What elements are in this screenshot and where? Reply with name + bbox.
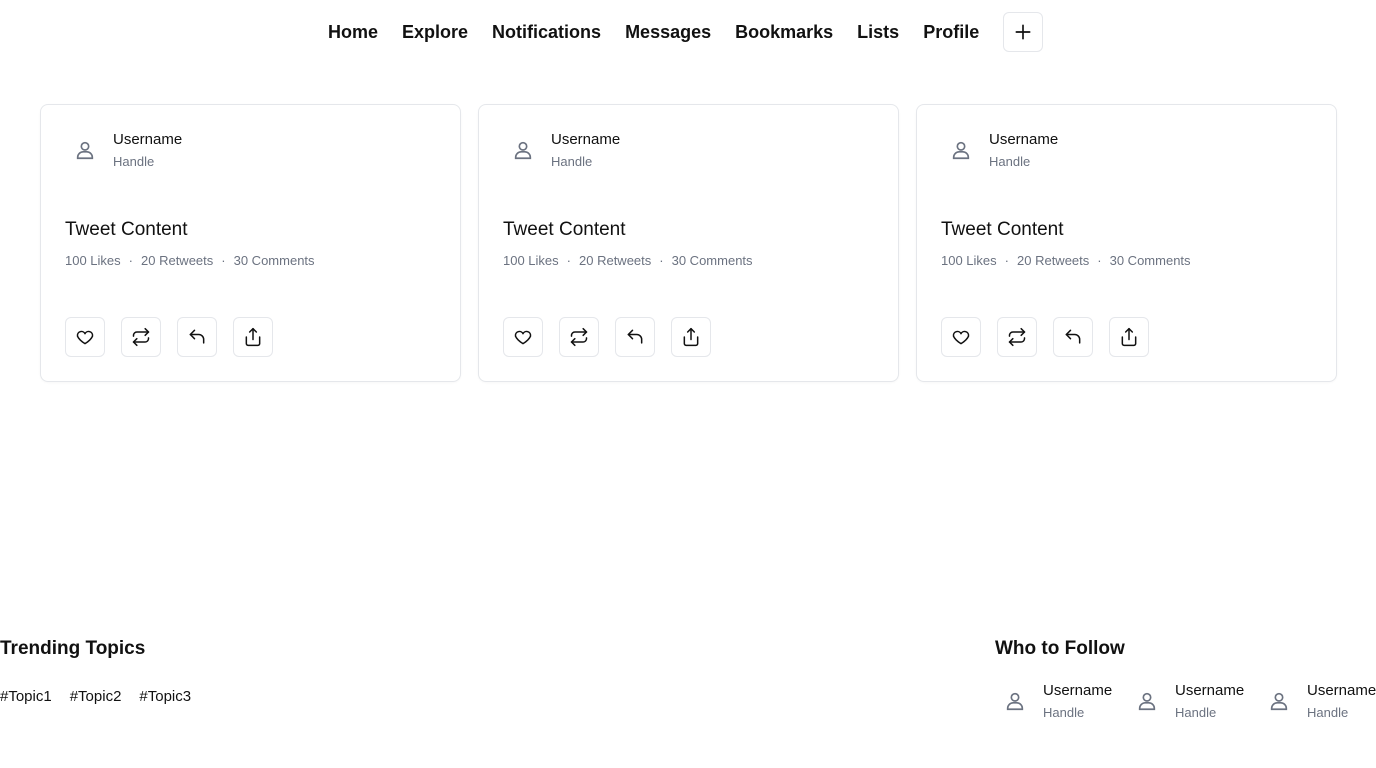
follow-handle: Handle [1175,705,1217,720]
follow-suggestion[interactable]: Username Handle [1267,682,1376,722]
tweet-feed: Username Handle Tweet Content 100 Likes … [40,104,1337,382]
nav-notifications[interactable]: Notifications [492,22,601,43]
follow-username: Username [1175,682,1245,699]
user-icon [949,138,973,162]
retweet-button[interactable] [997,317,1037,357]
retweets-count: 20 Retweets [141,253,214,268]
stat-separator: · [221,253,226,268]
tweet-handle: Handle [989,154,1031,169]
trending-topics: Trending Topics #Topic1 #Topic2 #Topic3 [0,638,191,705]
topic-link[interactable]: #Topic3 [139,688,191,705]
trending-title: Trending Topics [0,638,146,659]
nav-profile[interactable]: Profile [923,22,979,43]
tweet-handle: Handle [551,154,593,169]
tweet-content: Tweet Content [65,219,188,240]
stat-separator: · [659,253,664,268]
share-icon [245,327,261,347]
tweet-content: Tweet Content [503,219,626,240]
follow-handle: Handle [1307,705,1349,720]
topic-list: #Topic1 #Topic2 #Topic3 [0,688,191,705]
tweet-actions [941,317,1149,357]
reply-icon [1065,329,1081,344]
share-button[interactable] [671,317,711,357]
nav-bookmarks[interactable]: Bookmarks [735,22,833,43]
user-icon [1267,689,1291,713]
tweet-author[interactable]: Username Handle [949,131,1058,171]
retweets-count: 20 Retweets [579,253,652,268]
tweet-card: Username Handle Tweet Content 100 Likes … [478,104,899,382]
likes-count: 100 Likes [65,253,121,268]
retweet-button[interactable] [121,317,161,357]
tweet-card: Username Handle Tweet Content 100 Likes … [916,104,1337,382]
stat-separator: · [1004,253,1009,268]
repeat-icon [570,327,588,347]
like-button[interactable] [503,317,543,357]
who-to-follow: Who to Follow Username Handle Username H… [995,638,1376,720]
nav-messages[interactable]: Messages [625,22,711,43]
tweet-stats: 100 Likes · 20 Retweets · 30 Comments [941,253,1191,268]
follow-username: Username [1043,682,1113,699]
share-button[interactable] [1109,317,1149,357]
comments-count: 30 Comments [233,253,315,268]
tweet-username: Username [113,131,183,148]
repeat-icon [132,327,150,347]
tweet-actions [503,317,711,357]
comments-count: 30 Comments [1109,253,1191,268]
reply-button[interactable] [615,317,655,357]
tweet-handle: Handle [113,154,155,169]
likes-count: 100 Likes [503,253,559,268]
tweet-stats: 100 Likes · 20 Retweets · 30 Comments [65,253,315,268]
follow-handle: Handle [1043,705,1085,720]
follow-title: Who to Follow [995,638,1125,659]
like-button[interactable] [65,317,105,357]
follow-username: Username [1307,682,1376,699]
reply-icon [189,329,205,344]
tweet-card: Username Handle Tweet Content 100 Likes … [40,104,461,382]
tweet-username: Username [989,131,1059,148]
topic-link[interactable]: #Topic2 [70,688,122,705]
heart-icon [952,330,970,345]
nav-lists[interactable]: Lists [857,22,899,43]
heart-icon [514,330,532,345]
nav-explore[interactable]: Explore [402,22,468,43]
top-nav: Home Explore Notifications Messages Book… [316,12,1044,52]
share-icon [1121,327,1137,347]
user-icon [511,138,535,162]
tweet-author[interactable]: Username Handle [73,131,182,171]
plus-icon [1015,24,1031,40]
tweet-author[interactable]: Username Handle [511,131,620,171]
follow-suggestion[interactable]: Username Handle [1003,682,1135,722]
topic-link[interactable]: #Topic1 [0,688,52,705]
nav-home[interactable]: Home [328,22,378,43]
reply-button[interactable] [1053,317,1093,357]
tweet-username: Username [551,131,621,148]
stat-separator: · [128,253,133,268]
follow-list: Username Handle Username Handle Username… [1003,682,1376,722]
heart-icon [76,330,94,345]
likes-count: 100 Likes [941,253,997,268]
tweet-content: Tweet Content [941,219,1064,240]
tweet-stats: 100 Likes · 20 Retweets · 30 Comments [503,253,753,268]
repeat-icon [1008,327,1026,347]
share-button[interactable] [233,317,273,357]
follow-suggestion[interactable]: Username Handle [1135,682,1267,722]
new-tweet-button[interactable] [1003,12,1044,52]
tweet-actions [65,317,273,357]
user-icon [73,138,97,162]
like-button[interactable] [941,317,981,357]
reply-button[interactable] [177,317,217,357]
stat-separator: · [1097,253,1102,268]
comments-count: 30 Comments [671,253,753,268]
reply-icon [627,329,643,344]
stat-separator: · [566,253,571,268]
user-icon [1135,689,1159,713]
retweets-count: 20 Retweets [1017,253,1090,268]
user-icon [1003,689,1027,713]
share-icon [683,327,699,347]
retweet-button[interactable] [559,317,599,357]
